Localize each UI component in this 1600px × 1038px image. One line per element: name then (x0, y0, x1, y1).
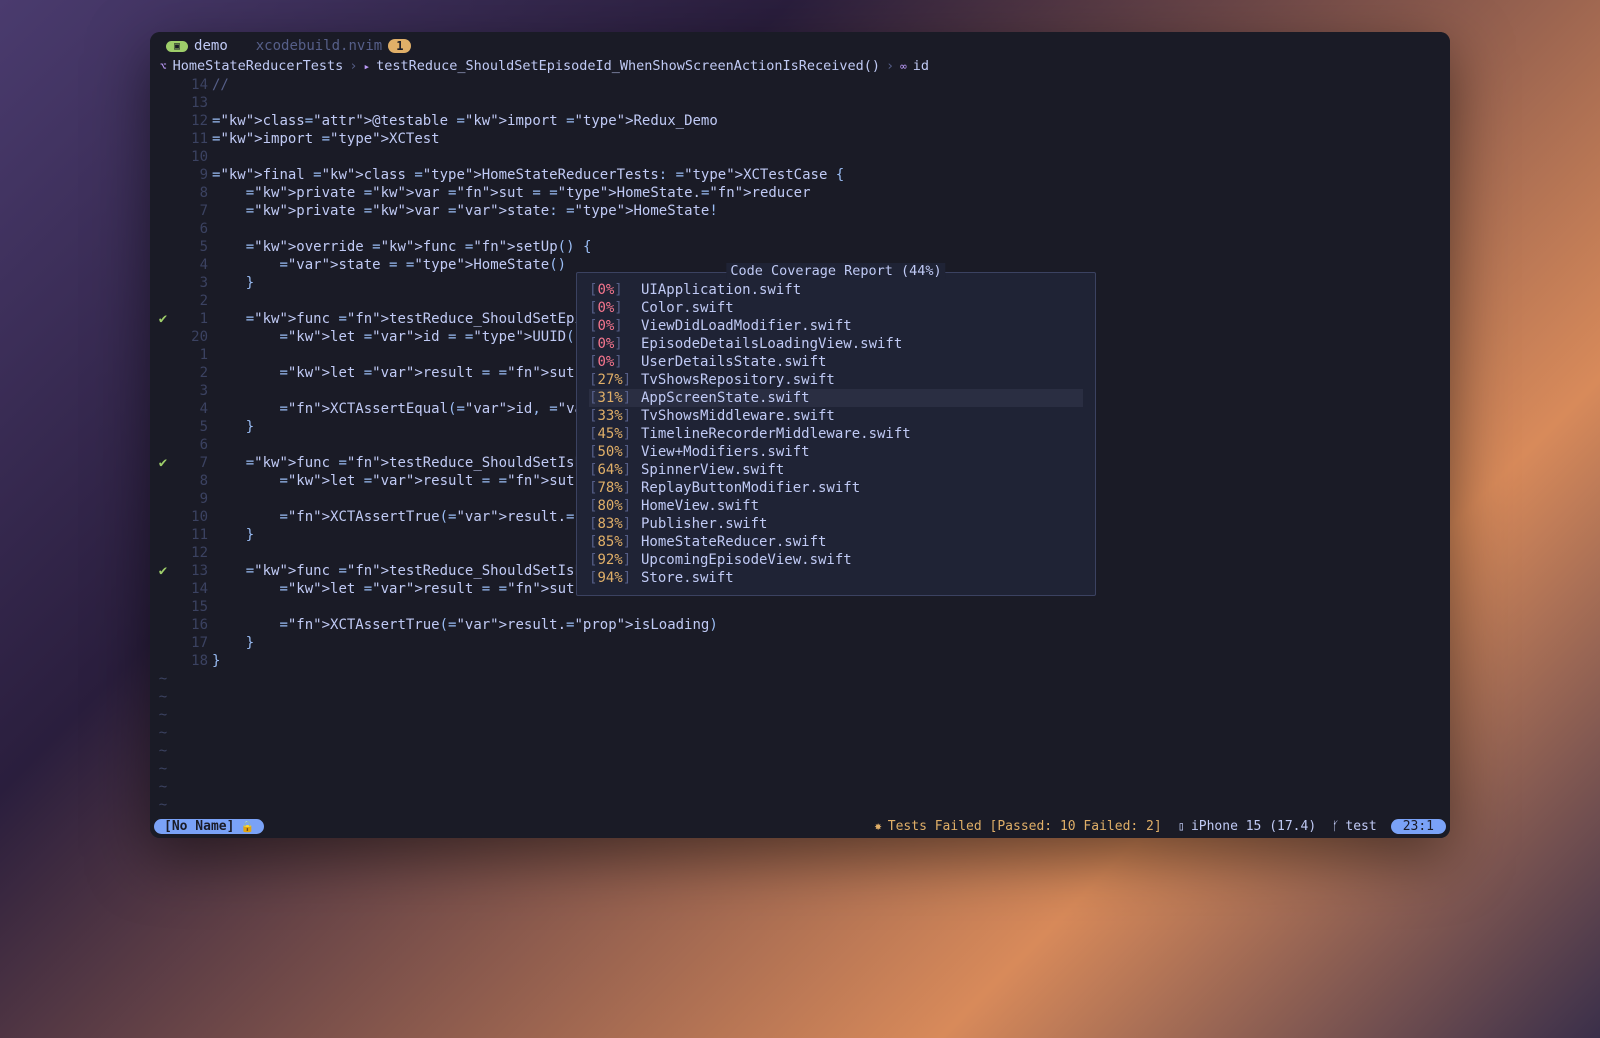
coverage-row[interactable]: [78%]ReplayButtonModifier.swift (589, 479, 1083, 497)
coverage-row[interactable]: [0%]ViewDidLoadModifier.swift (589, 317, 1083, 335)
coverage-row[interactable]: [80%]HomeView.swift (589, 497, 1083, 515)
coverage-row[interactable]: [0%]UIApplication.swift (589, 281, 1083, 299)
coverage-row[interactable]: [31%]AppScreenState.swift (589, 389, 1083, 407)
breadcrumb-part-2[interactable]: testReduce_ShouldSetEpisodeId_WhenShowSc… (376, 58, 880, 74)
coverage-row[interactable]: [85%]HomeStateReducer.swift (589, 533, 1083, 551)
branch-icon: ᚶ (1332, 819, 1339, 833)
device-icon: ▯ (1178, 819, 1185, 833)
breadcrumb-part-3[interactable]: id (913, 58, 929, 74)
breadcrumb-part-1[interactable]: HomeStateReducerTests (173, 58, 344, 74)
tab-pill-icon: ▣ (174, 41, 180, 52)
coverage-row[interactable]: [0%]UserDetailsState.swift (589, 353, 1083, 371)
tab-badge: 1 (388, 39, 411, 53)
tab-secondary[interactable]: xcodebuild.nvim 1 (246, 36, 422, 56)
status-filename: [No Name] (164, 819, 234, 834)
line-gutter: 1413121110987654321201234567891011121314… (172, 76, 212, 814)
coverage-row[interactable]: [0%]Color.swift (589, 299, 1083, 317)
code-coverage-popup[interactable]: Code Coverage Report (44%) [0%]UIApplica… (576, 272, 1096, 596)
coverage-row[interactable]: [83%]Publisher.swift (589, 515, 1083, 533)
status-filename-pill: [No Name] 🔒 (154, 819, 264, 834)
tab-bar: ▣ demo xcodebuild.nvim 1 (150, 32, 1450, 56)
test-icon: ✸ (875, 819, 882, 833)
breadcrumb-sep-2: › (886, 58, 894, 74)
sign-column: ✔✔✔~~~~~~~~ (154, 76, 172, 814)
terminal-window: ▣ demo xcodebuild.nvim 1 ⌥ HomeStateRedu… (150, 32, 1450, 838)
tab-active-label: demo (194, 38, 228, 54)
breadcrumb-sep-1: › (349, 58, 357, 74)
coverage-row[interactable]: [0%]EpisodeDetailsLoadingView.swift (589, 335, 1083, 353)
editor[interactable]: ✔✔✔~~~~~~~~ 1413121110987654321201234567… (150, 76, 1450, 814)
status-position: 23:1 (1391, 819, 1446, 834)
tab-active[interactable]: ▣ demo (156, 36, 238, 56)
coverage-row[interactable]: [64%]SpinnerView.swift (589, 461, 1083, 479)
coverage-title: Code Coverage Report (44%) (726, 263, 945, 279)
coverage-row[interactable]: [45%]TimelineRecorderMiddleware.swift (589, 425, 1083, 443)
coverage-row[interactable]: [92%]UpcomingEpisodeView.swift (589, 551, 1083, 569)
status-bar: [No Name] 🔒 ✸ Tests Failed [Passed: 10 F… (150, 814, 1450, 838)
breadcrumb-method-icon: ▸ (363, 60, 370, 73)
breadcrumb-icon: ⌥ (160, 60, 167, 73)
coverage-row[interactable]: [33%]TvShowsMiddleware.swift (589, 407, 1083, 425)
breadcrumb-var-icon: ∞ (900, 60, 907, 73)
coverage-row[interactable]: [27%]TvShowsRepository.swift (589, 371, 1083, 389)
coverage-row[interactable]: [94%]Store.swift (589, 569, 1083, 587)
lock-icon: 🔒 (240, 820, 254, 833)
tab-secondary-label: xcodebuild.nvim (256, 38, 382, 54)
status-tests: ✸ Tests Failed [Passed: 10 Failed: 2] (875, 819, 1162, 834)
breadcrumb: ⌥ HomeStateReducerTests › ▸ testReduce_S… (150, 56, 1450, 76)
tab-mode-pill: ▣ (166, 41, 188, 52)
coverage-list[interactable]: [0%]UIApplication.swift[0%]Color.swift[0… (577, 273, 1095, 595)
status-branch: ᚶ test (1332, 819, 1377, 834)
coverage-row[interactable]: [50%]View+Modifiers.swift (589, 443, 1083, 461)
status-device: ▯ iPhone 15 (17.4) (1178, 819, 1316, 834)
